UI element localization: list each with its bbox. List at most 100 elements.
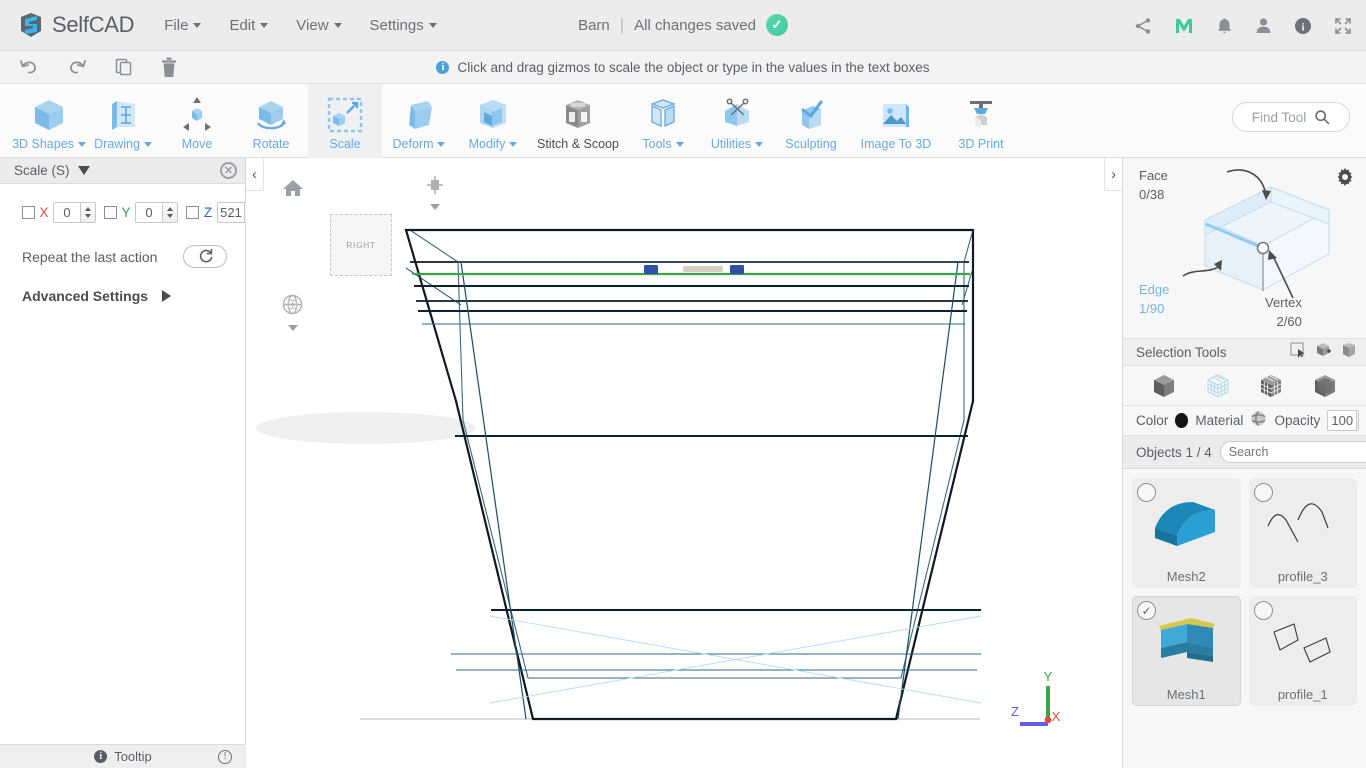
app-header: SelfCAD File Edit View Settings Barn | A… <box>0 0 1366 51</box>
close-icon[interactable]: ✕ <box>220 162 237 179</box>
ribbon-item-image-to-3d[interactable]: Image To 3D <box>848 84 944 158</box>
ribbon-label-rotate: Rotate <box>252 137 290 151</box>
ribbon-item-deform[interactable]: Deform <box>382 84 456 158</box>
info-icon[interactable]: i <box>1294 17 1312 35</box>
svg-text:i: i <box>1301 21 1304 33</box>
objects-search-box[interactable] <box>1219 441 1366 463</box>
rect-select-icon[interactable] <box>1290 341 1306 363</box>
selection-tools-header: Selection Tools <box>1123 338 1366 366</box>
fullscreen-icon[interactable] <box>1334 17 1352 35</box>
opacity-field[interactable] <box>1327 410 1359 431</box>
object-select-radio[interactable] <box>1253 601 1273 620</box>
axis-x-checkbox[interactable] <box>22 206 35 219</box>
find-tool-search[interactable]: Find Tool <box>1232 102 1350 132</box>
user-icon[interactable] <box>1255 17 1272 34</box>
object-card-profile3[interactable]: profile_3 <box>1248 478 1357 588</box>
ribbon-label-sculpting: Sculpting <box>785 137 837 151</box>
chevron-right-icon <box>162 290 172 302</box>
stitch-scoop-icon <box>558 95 598 135</box>
axis-y-checkbox[interactable] <box>104 206 117 219</box>
move-icon <box>177 95 217 135</box>
axis-z-checkbox[interactable] <box>186 206 199 219</box>
ribbon-label-move: Move <box>181 137 213 151</box>
object-select-radio[interactable]: ✓ <box>1137 601 1156 620</box>
share-icon[interactable] <box>1134 17 1152 35</box>
ribbon-item-scale[interactable]: Scale <box>308 84 382 158</box>
vertex-counter-value: 2/60 <box>1276 314 1302 329</box>
axis-y-label: Y <box>1044 669 1053 684</box>
axis-x-input[interactable] <box>54 203 80 222</box>
rotate-icon <box>251 95 291 135</box>
axis-x-field[interactable] <box>53 202 96 223</box>
axis-x-stepper[interactable] <box>80 203 95 222</box>
object-card-mesh1[interactable]: ✓ Mesh1 <box>1132 596 1241 706</box>
ribbon-item-3d-print[interactable]: 3D Print <box>944 84 1018 158</box>
objects-search-input[interactable] <box>1228 445 1366 459</box>
ribbon-item-modify[interactable]: Modify <box>456 84 530 158</box>
ribbon-item-stitch-scoop[interactable]: Stitch & Scoop <box>530 84 626 158</box>
tools-icon <box>643 95 683 135</box>
brand-name: SelfCAD <box>52 12 135 37</box>
brand-logo[interactable]: SelfCAD <box>16 10 135 40</box>
3d-viewport[interactable]: ‹ › RIGHT Y Z X <box>246 158 1122 768</box>
axis-z-input[interactable] <box>218 203 244 222</box>
object-select-radio[interactable] <box>1253 483 1273 502</box>
deform-icon <box>399 95 439 135</box>
color-swatch[interactable] <box>1175 413 1189 428</box>
opacity-stepper[interactable] <box>1356 411 1359 430</box>
object-mode-icon[interactable] <box>1151 373 1177 399</box>
opacity-input[interactable] <box>1328 411 1357 430</box>
axis-y-field[interactable] <box>135 202 178 223</box>
object-card-mesh2[interactable]: Mesh2 <box>1132 478 1241 588</box>
ribbon-item-3d-shapes[interactable]: 3D Shapes <box>12 84 86 158</box>
axis-y-input[interactable] <box>136 203 162 222</box>
face-mode-icon[interactable] <box>1258 373 1284 399</box>
menu-edit[interactable]: Edit <box>229 16 269 34</box>
chevron-down-icon <box>260 22 269 28</box>
object-select-radio[interactable] <box>1137 483 1156 502</box>
material-icon[interactable] <box>1250 410 1267 432</box>
menu-view[interactable]: View <box>296 17 342 34</box>
chevron-down-icon <box>755 141 764 147</box>
m-logo-icon[interactable] <box>1174 16 1194 36</box>
vertex-counter[interactable]: Vertex 2/60 <box>1265 293 1302 331</box>
bell-icon[interactable] <box>1216 17 1233 35</box>
ribbon-item-utilities[interactable]: Utilities <box>700 84 774 158</box>
axis-gizmo[interactable]: Y Z X <box>1006 668 1076 743</box>
box-add-select-icon[interactable] <box>1315 342 1332 363</box>
ribbon-label-image-to-3d: Image To 3D <box>860 137 932 151</box>
menu-file[interactable]: File <box>164 17 202 34</box>
chevron-down-icon <box>333 22 342 28</box>
ribbon-item-rotate[interactable]: Rotate <box>234 84 308 158</box>
chevron-down-icon <box>143 141 152 147</box>
repeat-action-label: Repeat the last action <box>22 248 158 265</box>
ribbon-item-move[interactable]: Move <box>160 84 234 158</box>
collapse-triangle-icon[interactable] <box>77 166 90 175</box>
edge-counter[interactable]: Edge 1/90 <box>1139 280 1169 318</box>
save-status-text: All changes saved <box>634 16 756 34</box>
wireframe-mode-icon[interactable] <box>1205 373 1231 399</box>
face-counter[interactable]: Face 0/38 <box>1139 166 1168 204</box>
axis-y-stepper[interactable] <box>162 203 177 222</box>
menu-settings[interactable]: Settings <box>370 17 437 34</box>
repeat-action-button[interactable] <box>183 245 227 268</box>
advanced-settings-row[interactable]: Advanced Settings <box>0 268 245 304</box>
properties-panel: Face 0/38 Edge 1/90 Vertex 2/60 Selectio… <box>1122 158 1366 768</box>
object-card-profile1[interactable]: profile_1 <box>1248 596 1357 706</box>
refresh-icon <box>199 248 212 263</box>
chevron-down-icon <box>509 141 518 147</box>
vertex-counter-label: Vertex <box>1265 295 1302 310</box>
3d-print-icon <box>961 95 1001 135</box>
chevron-down-icon <box>675 141 684 147</box>
ribbon-item-drawing[interactable]: Drawing <box>86 84 160 158</box>
menu-edit-label: Edit <box>229 16 256 34</box>
ribbon-label-scale: Scale <box>329 137 361 151</box>
ribbon-item-sculpting[interactable]: Sculpting <box>774 84 848 158</box>
tooltip-toggle-icon[interactable]: ! <box>218 749 232 764</box>
axis-x-label: X <box>39 205 49 220</box>
ribbon-item-tools[interactable]: Tools <box>626 84 700 158</box>
box-remove-select-icon[interactable] <box>1341 342 1358 363</box>
modify-icon <box>473 95 513 135</box>
vertex-mode-icon[interactable] <box>1312 373 1338 399</box>
display-mode-row <box>1123 366 1366 406</box>
